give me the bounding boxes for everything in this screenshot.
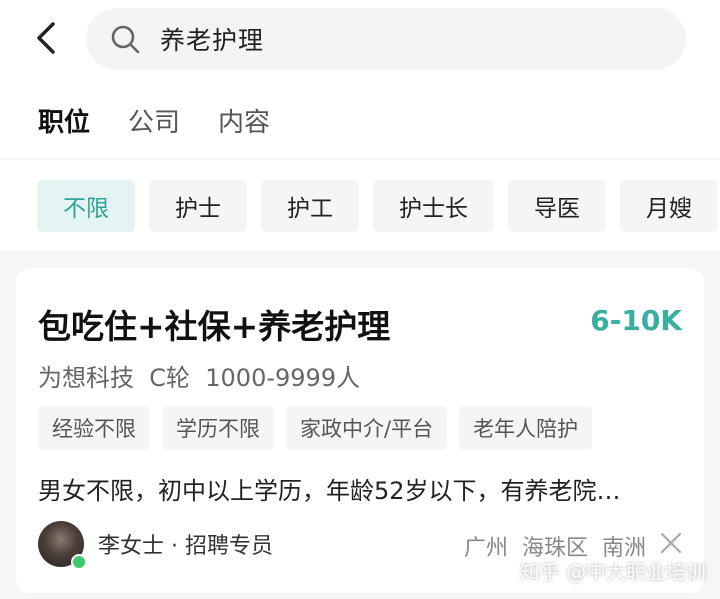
company-info: 为想科技 C轮 1000-9999人 [38, 364, 361, 392]
filter-chip-all[interactable]: 不限 [37, 180, 135, 232]
chevron-left-icon [37, 22, 55, 54]
job-salary: 6-10K [590, 304, 682, 337]
watermark: 知乎 @中大职业培训 [519, 560, 706, 584]
filter-bar: 不限 护士 护工 护士长 导医 月嫂 [0, 160, 720, 250]
job-tag: 学历不限 [162, 406, 274, 450]
back-button[interactable] [26, 18, 66, 58]
recruiter[interactable]: 李女士 · 招聘专员 [38, 521, 273, 570]
close-icon[interactable] [658, 530, 684, 556]
job-card[interactable]: 包吃住+社保+养老护理 6-10K 为想科技 C轮 1000-9999人 经验不… [16, 268, 704, 593]
search-icon [110, 23, 142, 55]
job-tag: 家政中介/平台 [286, 406, 448, 450]
avatar [38, 521, 87, 570]
tab-content[interactable]: 内容 [218, 102, 270, 139]
filter-chip-guide[interactable]: 导医 [508, 180, 606, 232]
top-bar: 养老护理 职位 公司 内容 [0, 0, 720, 158]
filter-chip-caregiver[interactable]: 护工 [261, 180, 359, 232]
recruiter-name: 李女士 · 招聘专员 [98, 534, 273, 559]
filter-chip-nurse[interactable]: 护士 [149, 180, 247, 232]
tab-positions[interactable]: 职位 [38, 102, 90, 139]
search-query[interactable]: 养老护理 [160, 21, 264, 57]
job-tag: 老年人陪护 [459, 406, 593, 450]
job-tags: 经验不限 学历不限 家政中介/平台 老年人陪护 [38, 406, 593, 450]
job-tag: 经验不限 [38, 406, 150, 450]
search-input[interactable]: 养老护理 [86, 8, 686, 70]
online-status-dot [71, 554, 87, 570]
job-description: 男女不限，初中以上学历，年龄52岁以下，有养老院… [38, 477, 621, 505]
filter-chip-maternity-nanny[interactable]: 月嫂 [620, 180, 718, 232]
tab-companies[interactable]: 公司 [128, 102, 180, 139]
tab-bar: 职位 公司 内容 [38, 102, 270, 139]
job-title: 包吃住+社保+养老护理 [38, 307, 391, 346]
filter-chip-head-nurse[interactable]: 护士长 [373, 180, 494, 232]
